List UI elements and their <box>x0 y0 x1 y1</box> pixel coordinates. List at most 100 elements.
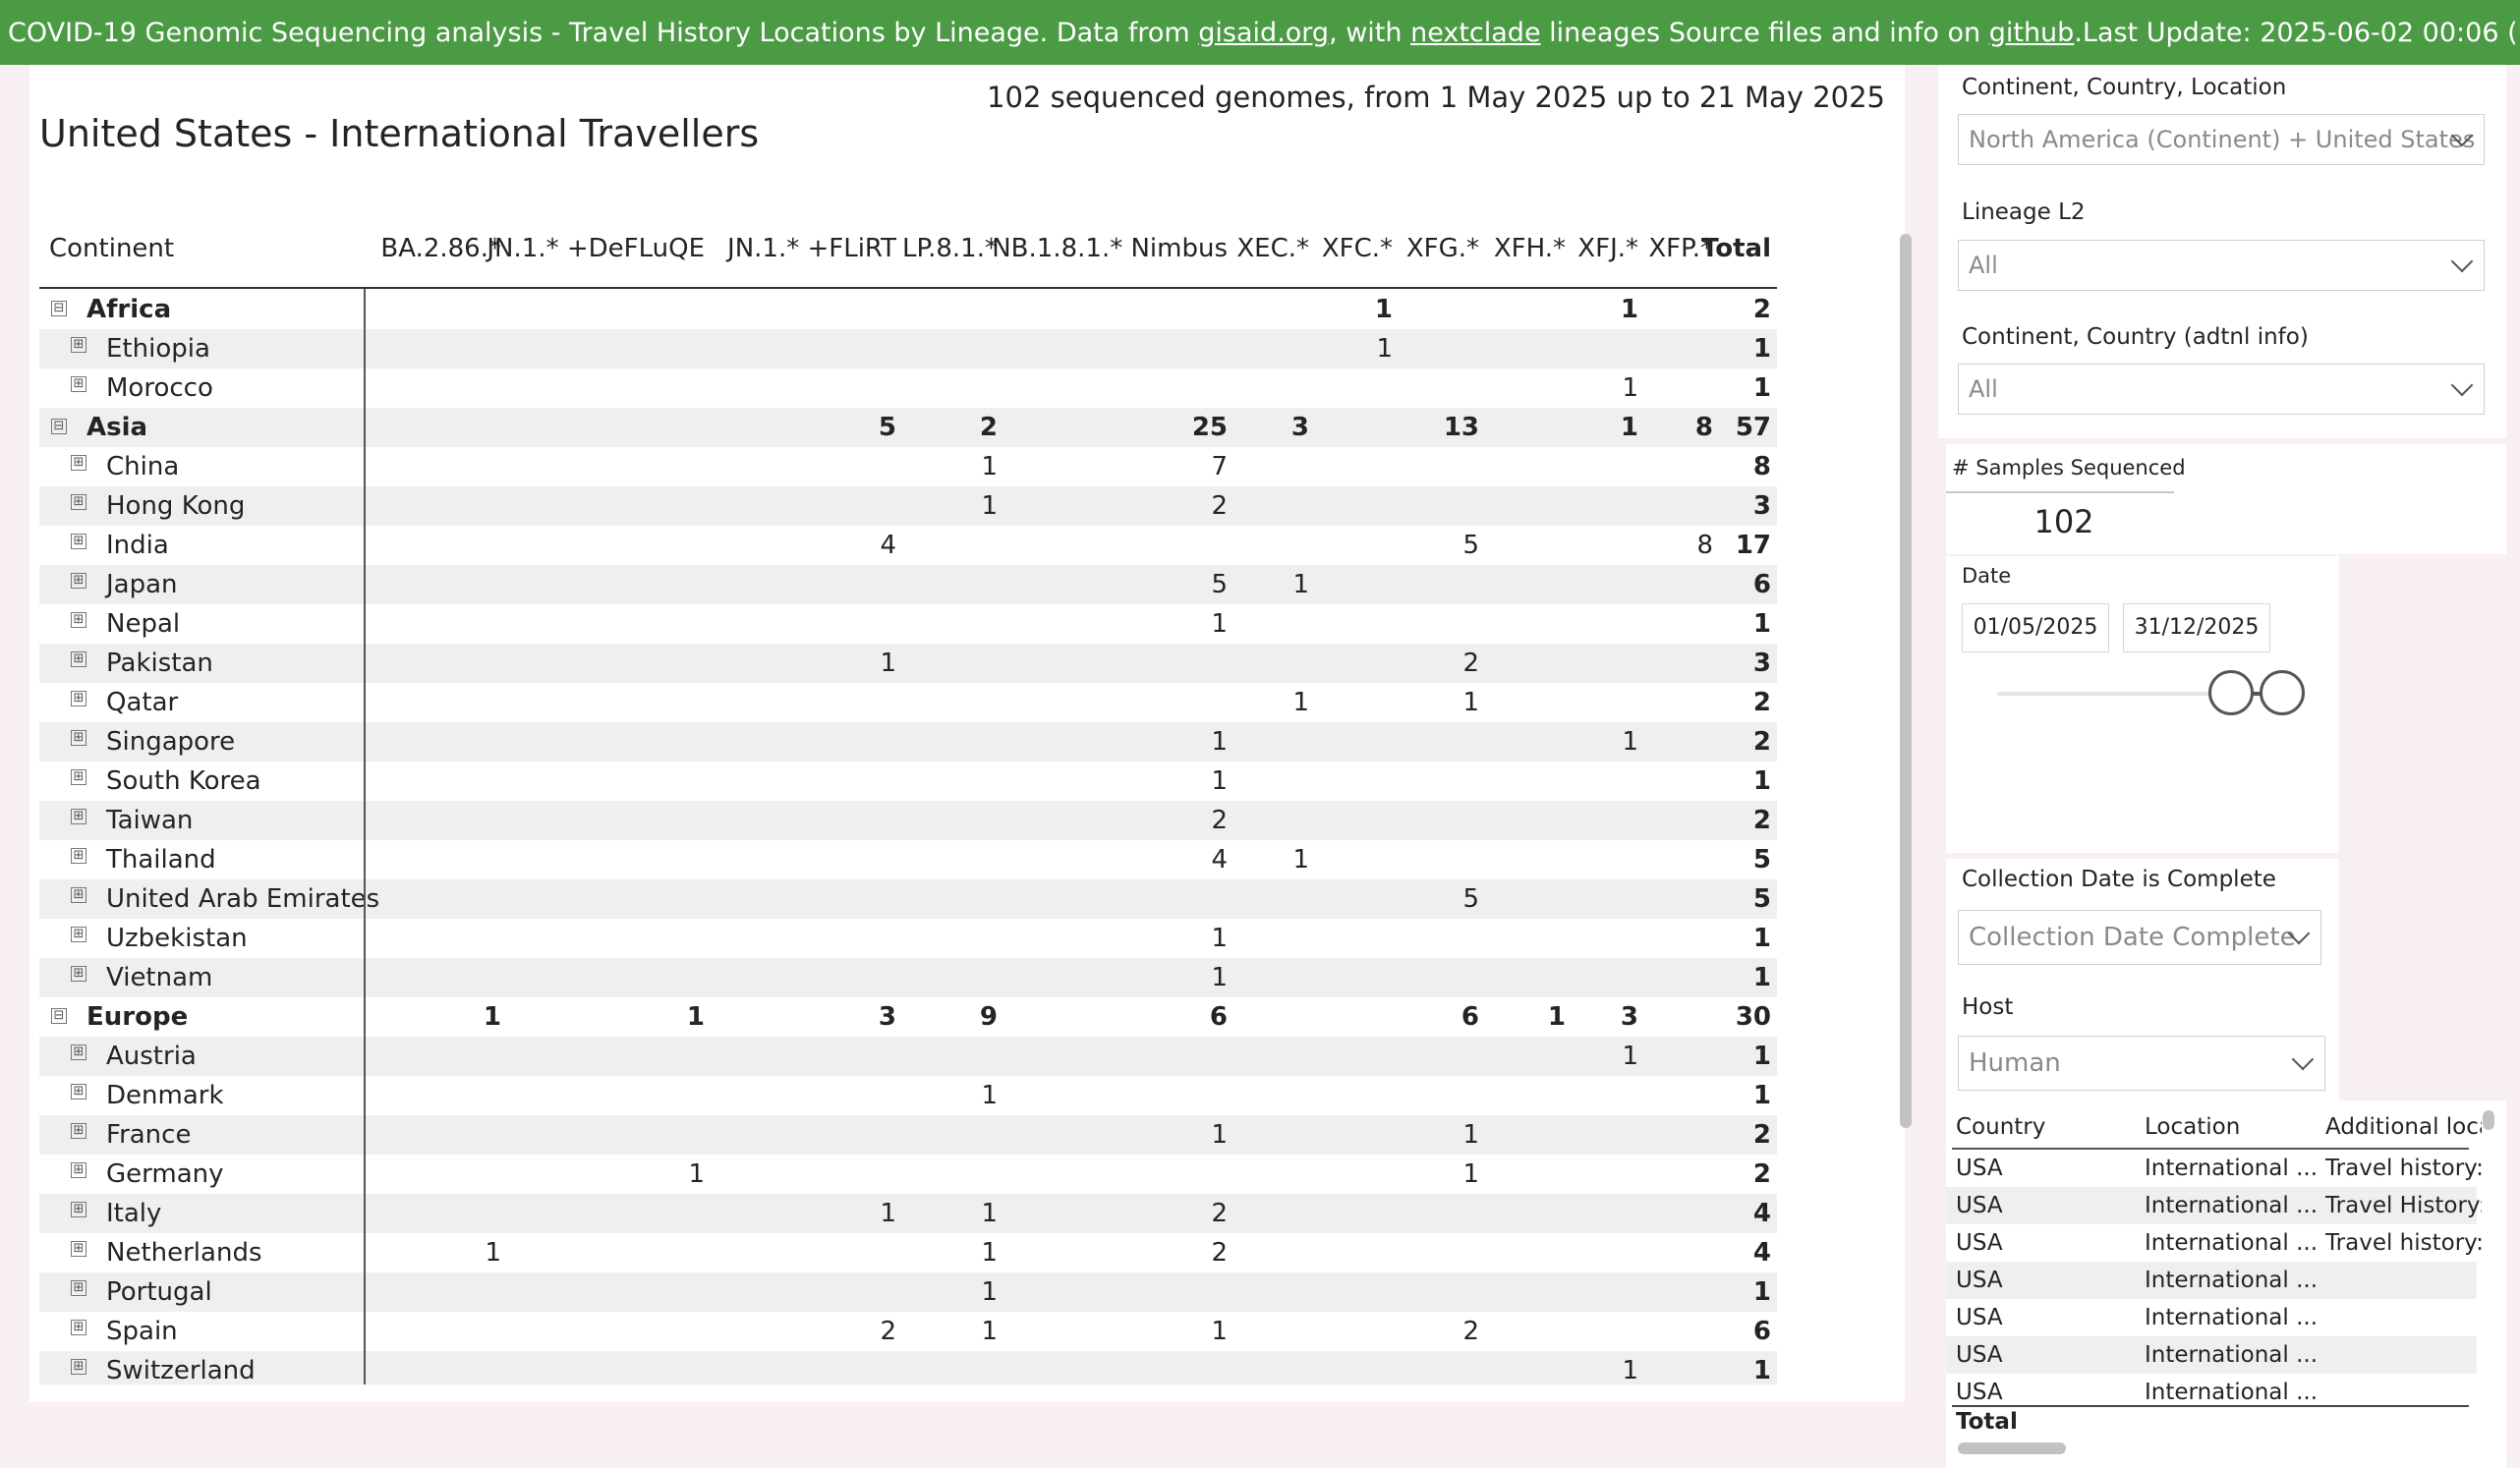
expand-icon[interactable]: ⊞ <box>71 848 86 864</box>
expand-icon[interactable]: ⊞ <box>71 1162 86 1178</box>
banner-text-3: lineages Source files and info on <box>1540 17 1989 48</box>
matrix-vertical-scrollbar[interactable] <box>1900 234 1912 1128</box>
matrix-cell: 3 <box>1752 491 1771 521</box>
country-label: Qatar <box>106 688 179 717</box>
expand-icon[interactable]: ⊞ <box>71 612 86 628</box>
expand-icon[interactable]: ⊞ <box>71 1084 86 1100</box>
matrix-cell: 6 <box>1209 1002 1228 1032</box>
matrix-column-header[interactable]: Total <box>1701 229 1771 268</box>
matrix-column-header[interactable]: JN.1.* +DeFLuQE <box>487 229 705 268</box>
detail-table-row[interactable]: USA International ... Travel history: / <box>1946 1150 2482 1187</box>
matrix-column-header[interactable]: XFJ.* <box>1577 229 1638 268</box>
expand-icon[interactable]: ⊞ <box>71 494 86 510</box>
samples-card-value: 102 <box>2033 503 2094 540</box>
country-label: South Korea <box>106 766 261 796</box>
matrix-row-header[interactable]: Continent <box>49 229 174 268</box>
github-link[interactable]: github <box>1989 18 2075 48</box>
detail-table-row[interactable]: USA International ... <box>1946 1374 2477 1403</box>
location-dropdown[interactable]: North America (Continent) + United State… <box>1958 114 2485 165</box>
expand-icon[interactable]: ⊞ <box>71 809 86 824</box>
expand-icon[interactable]: ⊞ <box>71 966 86 982</box>
detail-table-column-header[interactable]: Location <box>2145 1108 2318 1146</box>
matrix-cell: 5 <box>1752 845 1771 875</box>
expand-icon[interactable]: ⊞ <box>71 337 86 353</box>
expand-icon[interactable]: ⊞ <box>71 455 86 471</box>
detail-table-cell: USA <box>1956 1342 2003 1368</box>
host-dropdown-value: Human <box>1969 1048 2061 1078</box>
gisaid-link[interactable]: gisaid.org <box>1198 18 1329 48</box>
date-end-input[interactable]: 31/12/2025 <box>2123 603 2270 652</box>
expand-icon[interactable]: ⊞ <box>71 1045 86 1060</box>
expand-icon[interactable]: ⊞ <box>71 376 86 392</box>
matrix-cell: 2 <box>1211 1238 1228 1268</box>
matrix-cell: 5 <box>1462 531 1479 560</box>
country-row: ⊞ China 1 7 8 <box>39 447 1777 486</box>
expand-icon[interactable]: ⊞ <box>71 1202 86 1217</box>
matrix-column-header[interactable]: NB.1.8.1.* Nimbus <box>992 229 1228 268</box>
expand-icon[interactable]: ⊞ <box>71 1241 86 1257</box>
matrix-column-header[interactable]: XFG.* <box>1406 229 1479 268</box>
expand-icon[interactable]: ⊞ <box>71 769 86 785</box>
detail-table-column-header[interactable]: Additional loca <box>2325 1108 2482 1146</box>
expand-icon[interactable]: ⊞ <box>71 534 86 549</box>
matrix-cell: 57 <box>1735 413 1771 442</box>
matrix-cell: 2 <box>1211 491 1228 521</box>
detail-table-row[interactable]: USA International ... <box>1946 1299 2477 1336</box>
matrix-cell: 2 <box>1752 806 1771 835</box>
lineage-dropdown[interactable]: All <box>1958 240 2485 291</box>
detail-table-cell: International ... <box>2145 1230 2318 1256</box>
matrix-cell: 4 <box>1752 1199 1771 1228</box>
date-slider-start-handle[interactable] <box>2207 670 2254 715</box>
matrix-column-header[interactable]: XFH.* <box>1494 229 1566 268</box>
detail-table-total-line <box>1952 1405 2469 1407</box>
expand-icon[interactable]: ⊞ <box>71 1320 86 1335</box>
collapse-icon[interactable]: ⊟ <box>51 419 67 434</box>
country-row: ⊞ Japan 5 1 6 <box>39 565 1777 604</box>
lineage-slicer-label: Lineage L2 <box>1962 199 2086 225</box>
expand-icon[interactable]: ⊞ <box>71 573 86 589</box>
detail-table-cell: USA <box>1956 1230 2003 1256</box>
detail-table-row[interactable]: USA International ... <box>1946 1336 2477 1374</box>
expand-icon[interactable]: ⊞ <box>71 927 86 942</box>
nextclade-link[interactable]: nextclade <box>1410 18 1540 48</box>
matrix-cell: 2 <box>1211 1199 1228 1228</box>
matrix-column-header[interactable]: JN.1.* +FLiRT <box>727 229 896 268</box>
collapse-icon[interactable]: ⊟ <box>51 1008 67 1024</box>
matrix-column-header[interactable]: XEC.* <box>1236 229 1309 268</box>
matrix-cell: 1 <box>1211 609 1228 639</box>
detail-table-vertical-scrollbar[interactable] <box>2483 1110 2494 1130</box>
detail-table-horizontal-scrollbar[interactable] <box>1958 1442 2066 1454</box>
country-label: India <box>106 531 169 560</box>
matrix-cell: 2 <box>1752 1159 1771 1189</box>
matrix-cell: 8 <box>1752 452 1771 481</box>
country-label: Netherlands <box>106 1238 262 1268</box>
matrix-column-header[interactable]: BA.2.86.* <box>380 229 501 268</box>
expand-icon[interactable]: ⊞ <box>71 1123 86 1139</box>
expand-icon[interactable]: ⊞ <box>71 887 86 903</box>
country-label: Italy <box>106 1199 162 1228</box>
detail-table-row[interactable]: USA International ... Travel history: ( <box>1946 1224 2482 1262</box>
date-slider-end-handle[interactable] <box>2260 670 2305 715</box>
adtnl-dropdown[interactable]: All <box>1958 364 2485 415</box>
detail-table-column-header[interactable]: Country <box>1956 1108 2133 1146</box>
expand-icon[interactable]: ⊞ <box>71 730 86 746</box>
expand-icon[interactable]: ⊞ <box>71 651 86 667</box>
country-row: ⊞ Germany 1 1 2 <box>39 1155 1777 1194</box>
host-dropdown[interactable]: Human <box>1958 1036 2325 1091</box>
matrix-cell: 3 <box>1290 413 1309 442</box>
matrix-cell: 1 <box>1620 295 1638 324</box>
detail-table-row[interactable]: USA International ... <box>1946 1262 2477 1299</box>
matrix-column-header[interactable]: LP.8.1.* <box>902 229 998 268</box>
matrix-cell: 1 <box>981 1277 998 1307</box>
expand-icon[interactable]: ⊞ <box>71 1359 86 1375</box>
matrix-cell: 17 <box>1735 531 1771 560</box>
collapse-icon[interactable]: ⊟ <box>51 301 67 316</box>
detail-table-row[interactable]: USA International ... Travel History: I <box>1946 1187 2482 1224</box>
expand-icon[interactable]: ⊞ <box>71 1280 86 1296</box>
banner-title: COVID-19 Genomic Sequencing analysis - T… <box>8 18 2083 48</box>
collection-complete-dropdown[interactable]: Collection Date Complete <box>1958 910 2321 965</box>
date-start-input[interactable]: 01/05/2025 <box>1962 603 2109 652</box>
matrix-cell: 1 <box>1752 1356 1771 1384</box>
matrix-column-header[interactable]: XFC.* <box>1322 229 1393 268</box>
expand-icon[interactable]: ⊞ <box>71 691 86 706</box>
